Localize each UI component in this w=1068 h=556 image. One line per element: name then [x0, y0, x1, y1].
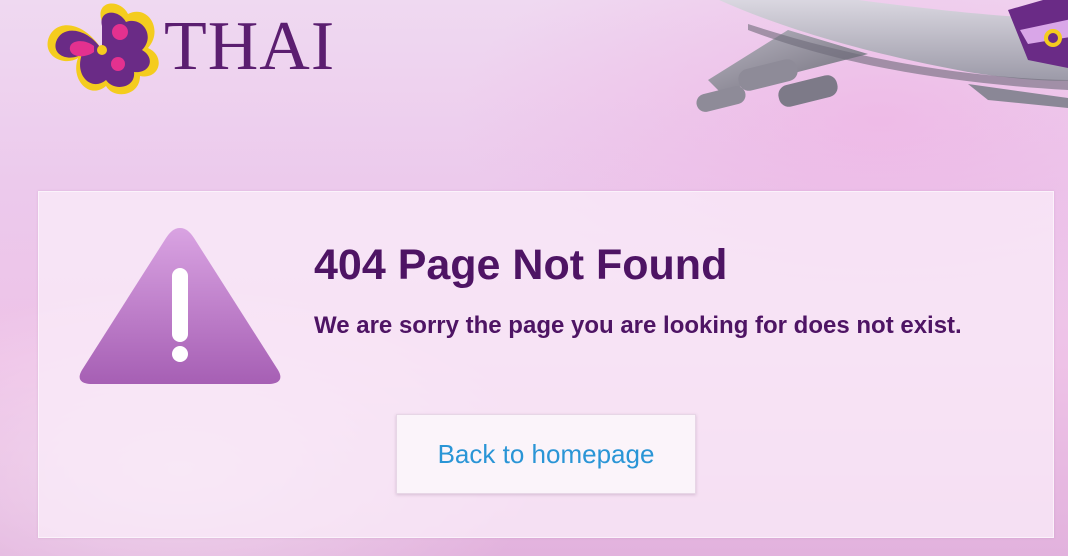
- brand-name: THAI: [164, 8, 336, 85]
- thai-orchid-logo-icon: [47, 3, 159, 95]
- brand-logo[interactable]: THAI: [44, 0, 335, 100]
- error-message: We are sorry the page you are looking fo…: [314, 312, 962, 339]
- airplane-image: [696, 0, 1068, 112]
- page-title: 404 Page Not Found: [314, 241, 728, 289]
- warning-icon: [79, 228, 281, 384]
- back-to-homepage-button[interactable]: Back to homepage: [396, 414, 696, 494]
